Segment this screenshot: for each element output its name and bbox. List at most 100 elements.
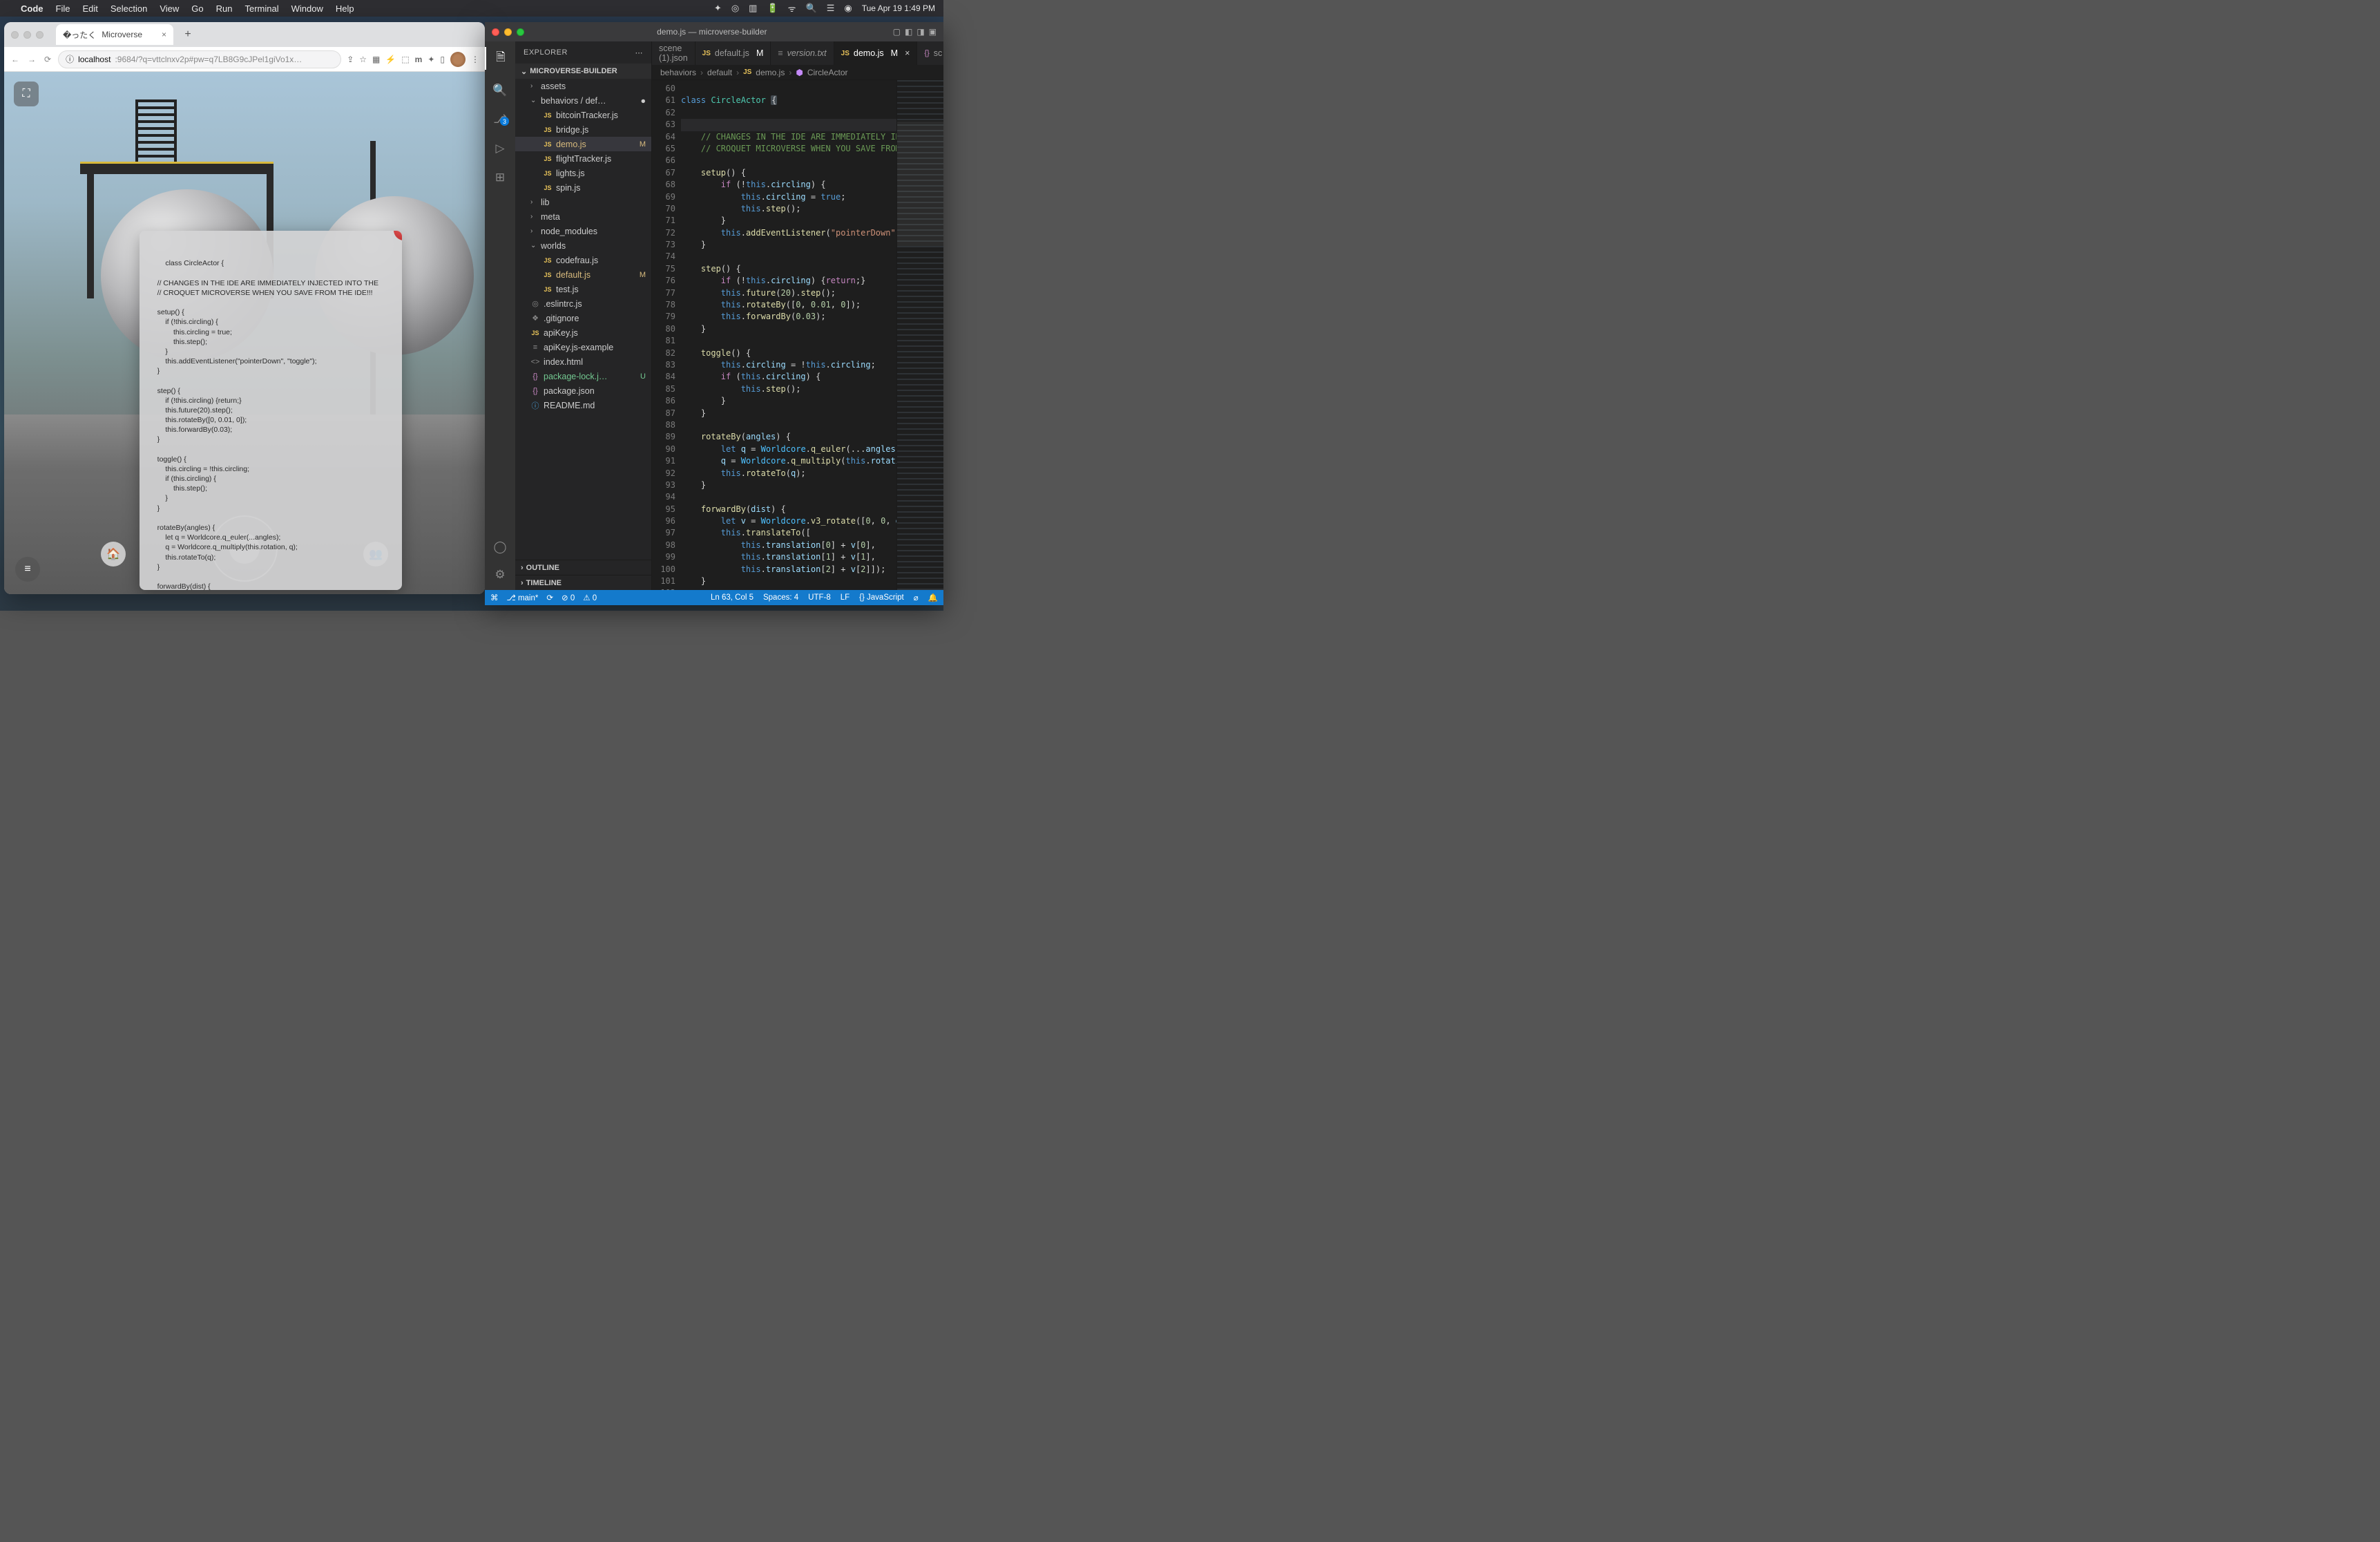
- folder-row[interactable]: ›meta: [515, 209, 651, 224]
- activity-settings-icon[interactable]: ⚙: [493, 567, 506, 583]
- menu-terminal[interactable]: Terminal: [245, 3, 279, 14]
- folder-row[interactable]: ⌄worlds: [515, 238, 651, 253]
- file-row[interactable]: JSlights.js: [515, 166, 651, 180]
- page-viewport[interactable]: ⛶ ≡ 🏠 👥 class CircleActor { // CHANGES I…: [4, 72, 485, 594]
- folder-row[interactable]: ›lib: [515, 195, 651, 209]
- traffic-zoom-icon[interactable]: [36, 31, 44, 39]
- notifications-icon[interactable]: 🔔: [928, 593, 938, 602]
- control-center-icon[interactable]: ☰: [827, 3, 835, 14]
- editor-tab[interactable]: JSdemo.jsM×: [834, 41, 918, 65]
- editor-tab[interactable]: scene (1).json: [652, 41, 695, 65]
- folder-row[interactable]: ⌄behaviors / def…●: [515, 93, 651, 108]
- git-branch[interactable]: ⎇ main*: [507, 593, 539, 602]
- siri-icon[interactable]: ◉: [844, 3, 852, 14]
- indentation[interactable]: Spaces: 4: [763, 593, 798, 602]
- editor-tab[interactable]: JSdefault.jsM: [695, 41, 771, 65]
- traffic-zoom-icon[interactable]: [517, 28, 524, 36]
- feedback-icon[interactable]: ⌀: [914, 593, 919, 602]
- file-row[interactable]: ◎.eslintrc.js: [515, 296, 651, 311]
- menu-window[interactable]: Window: [291, 3, 323, 14]
- layout-icon[interactable]: ▣: [929, 27, 937, 37]
- tab-close-icon[interactable]: ×: [162, 30, 166, 39]
- address-bar[interactable]: ⓘ localhost:9684/?q=vttclnxv2p#pw=q7LB8G…: [58, 50, 341, 68]
- fullscreen-button[interactable]: ⛶: [14, 82, 39, 106]
- file-row[interactable]: JSbridge.js: [515, 122, 651, 137]
- window-traffic-lights[interactable]: [492, 28, 524, 36]
- reader-icon[interactable]: ▯: [440, 55, 445, 64]
- status-icon[interactable]: ▥: [749, 3, 757, 14]
- remote-indicator-icon[interactable]: ⌘: [490, 593, 499, 602]
- sphere-handle-icon[interactable]: [394, 231, 402, 240]
- menu-selection[interactable]: Selection: [111, 3, 147, 14]
- profile-avatar-icon[interactable]: [450, 52, 466, 67]
- layout-icon[interactable]: ▢: [893, 27, 901, 37]
- file-row[interactable]: ❖.gitignore: [515, 311, 651, 325]
- project-header[interactable]: ⌄ MICROVERSE-BUILDER: [515, 64, 651, 79]
- problems-warnings[interactable]: ⚠ 0: [583, 593, 597, 602]
- extensions-icon[interactable]: ✦: [428, 55, 434, 64]
- nav-reload-icon[interactable]: ⟳: [43, 55, 52, 64]
- floating-code-card[interactable]: class CircleActor { // CHANGES IN THE ID…: [140, 231, 402, 590]
- code-content[interactable]: class CircleActor { // CHANGES IN THE ID…: [681, 80, 896, 590]
- ext-icon[interactable]: ⚡: [385, 55, 396, 64]
- traffic-minimize-icon[interactable]: [23, 31, 31, 39]
- status-icon[interactable]: ✦: [714, 3, 722, 14]
- file-row[interactable]: ≡apiKey.js-example: [515, 340, 651, 354]
- activity-source-control-icon[interactable]: ⎇: [485, 111, 515, 128]
- activity-extensions-icon[interactable]: ⊞: [485, 169, 515, 186]
- breadcrumb[interactable]: behaviors› default› JSdemo.js› ⬢CircleAc…: [652, 65, 943, 80]
- file-row[interactable]: JSdefault.jsM: [515, 267, 651, 282]
- file-row[interactable]: <>index.html: [515, 354, 651, 369]
- cursor-position[interactable]: Ln 63, Col 5: [711, 593, 754, 602]
- file-row[interactable]: JSdemo.jsM: [515, 137, 651, 151]
- spotlight-icon[interactable]: 🔍: [806, 3, 817, 14]
- window-traffic-lights[interactable]: [11, 31, 44, 39]
- activity-account-icon[interactable]: ◯: [493, 539, 506, 555]
- file-row[interactable]: JScodefrau.js: [515, 253, 651, 267]
- menu-view[interactable]: View: [160, 3, 179, 14]
- outline-section[interactable]: ›OUTLINE: [515, 560, 651, 575]
- nav-forward-icon[interactable]: →: [26, 55, 37, 64]
- activity-run-debug-icon[interactable]: ▷: [485, 140, 515, 157]
- code-editor[interactable]: 60 61 62 63 64 65 66 67 68 69 70 71 72 7…: [652, 80, 943, 590]
- folder-row[interactable]: ›node_modules: [515, 224, 651, 238]
- timeline-section[interactable]: ›TIMELINE: [515, 575, 651, 590]
- activity-explorer-icon[interactable]: 🗎: [485, 47, 515, 70]
- file-row[interactable]: JSapiKey.js: [515, 325, 651, 340]
- ext-icon[interactable]: m: [415, 55, 423, 64]
- problems-errors[interactable]: ⊘ 0: [562, 593, 575, 602]
- menu-file[interactable]: File: [56, 3, 70, 14]
- menu-edit[interactable]: Edit: [82, 3, 97, 14]
- activity-search-icon[interactable]: 🔍: [485, 82, 515, 99]
- menu-go[interactable]: Go: [191, 3, 203, 14]
- file-row[interactable]: {}package-lock.j…U: [515, 369, 651, 383]
- editor-tab[interactable]: {}sc: [917, 41, 943, 65]
- layout-icon[interactable]: ◧: [905, 27, 912, 37]
- menu-help[interactable]: Help: [336, 3, 354, 14]
- folder-row[interactable]: ›assets: [515, 79, 651, 93]
- site-info-icon[interactable]: ⓘ: [66, 53, 74, 65]
- home-button[interactable]: 🏠: [101, 542, 126, 567]
- encoding[interactable]: UTF-8: [808, 593, 831, 602]
- wifi-icon[interactable]: ᯤ: [788, 2, 796, 15]
- sidebar-more-icon[interactable]: ⋯: [635, 48, 644, 57]
- file-row[interactable]: ⓘREADME.md: [515, 398, 651, 412]
- language-mode[interactable]: {} JavaScript: [859, 593, 904, 602]
- battery-icon[interactable]: 🔋: [767, 3, 778, 14]
- file-row[interactable]: JStest.js: [515, 282, 651, 296]
- traffic-close-icon[interactable]: [11, 31, 19, 39]
- traffic-close-icon[interactable]: [492, 28, 499, 36]
- minimap[interactable]: [896, 80, 943, 590]
- new-tab-button[interactable]: +: [179, 26, 197, 44]
- menubar-app-name[interactable]: Code: [21, 3, 44, 14]
- world-menu-button[interactable]: ≡: [15, 557, 40, 582]
- ext-icon[interactable]: ▦: [372, 55, 380, 64]
- file-row[interactable]: JSspin.js: [515, 180, 651, 195]
- layout-icon[interactable]: ◨: [917, 27, 924, 37]
- bookmark-icon[interactable]: ☆: [359, 55, 367, 64]
- file-row[interactable]: {}package.json: [515, 383, 651, 398]
- ext-icon[interactable]: ⬚: [401, 55, 409, 64]
- traffic-minimize-icon[interactable]: [504, 28, 512, 36]
- eol[interactable]: LF: [841, 593, 850, 602]
- nav-back-icon[interactable]: ←: [10, 55, 21, 64]
